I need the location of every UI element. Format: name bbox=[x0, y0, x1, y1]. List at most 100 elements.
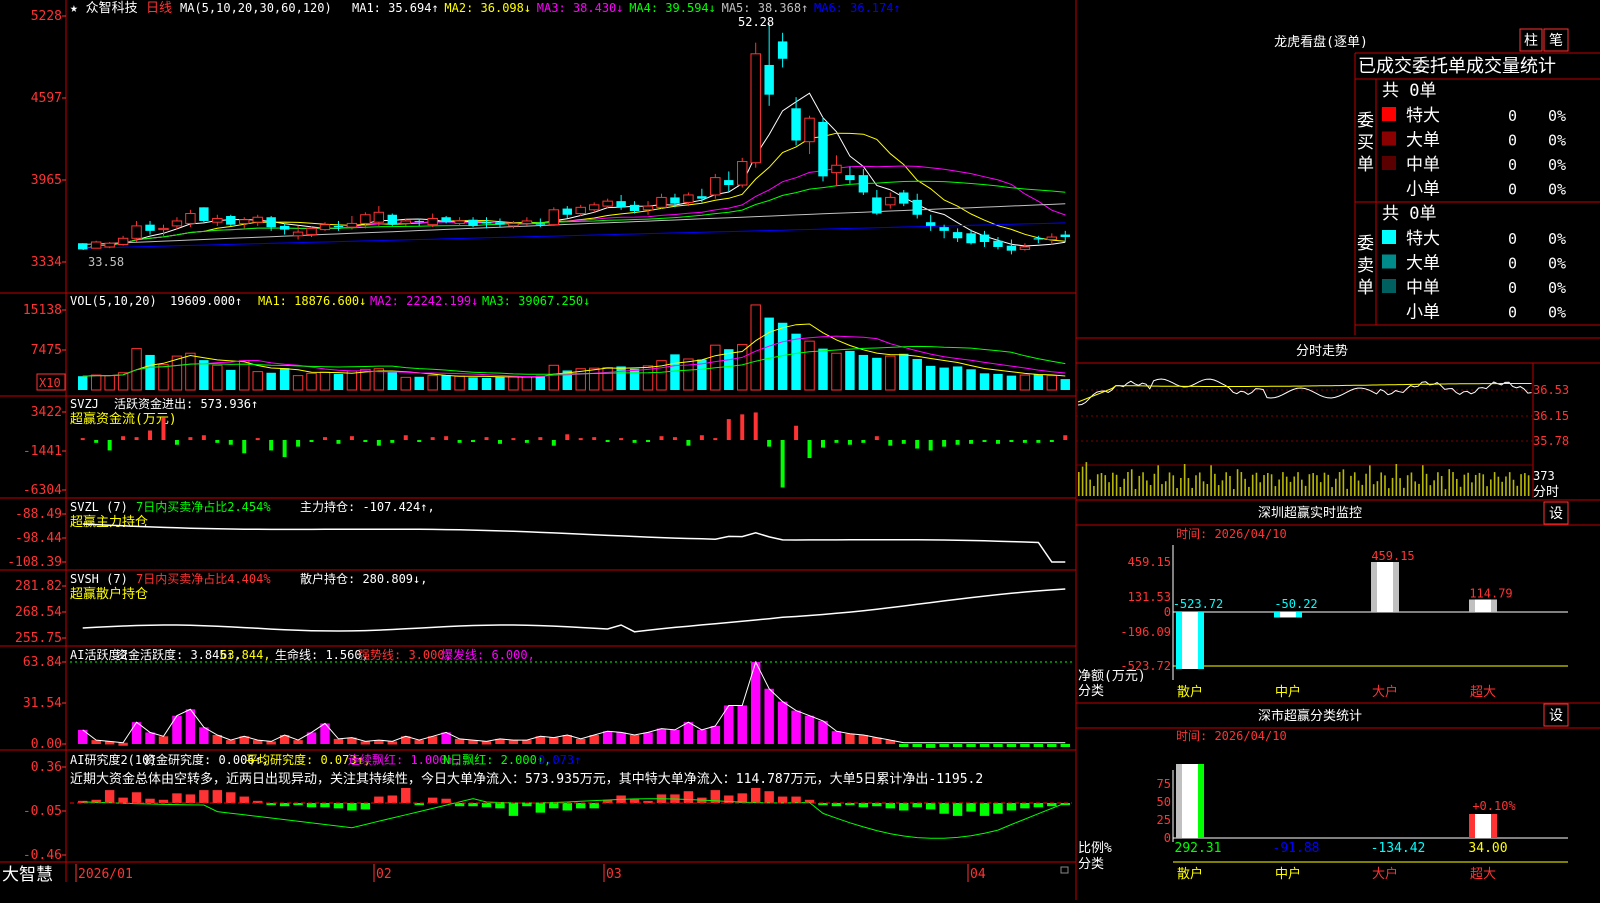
ai-active-bar bbox=[1060, 744, 1070, 747]
intraday-vol-bar bbox=[1168, 472, 1171, 496]
intraday-vol-bar bbox=[1312, 473, 1314, 496]
volume-bar bbox=[616, 366, 626, 390]
ai-active-bar bbox=[912, 744, 922, 747]
intraday-vol-bar bbox=[1474, 474, 1477, 496]
ai-research-bar bbox=[212, 790, 223, 803]
sz-classify-settings-label[interactable]: 设 bbox=[1549, 708, 1563, 724]
ai-research-bar bbox=[764, 791, 774, 803]
candle-body bbox=[117, 237, 129, 245]
volume-bar bbox=[400, 376, 411, 391]
brand-label: 大智慧 bbox=[2, 865, 53, 885]
ai-research-header-4: N日飘红: 2.000↑, bbox=[443, 752, 551, 767]
intraday-vol-bar bbox=[1278, 479, 1280, 496]
intraday-vol-bar bbox=[1440, 476, 1443, 496]
candle-body bbox=[899, 192, 909, 204]
sz-classify-category: 超大 bbox=[1470, 867, 1496, 882]
buy-color-swatch bbox=[1382, 131, 1396, 146]
ai-research-bar bbox=[966, 803, 976, 812]
ai-research-bar bbox=[952, 803, 963, 816]
volume-y-tick: 7475 bbox=[31, 343, 62, 358]
ai-research-y-tick: 0.36 bbox=[31, 760, 62, 775]
svzl-y-tick: -108.39 bbox=[7, 555, 62, 570]
sell-row-count: 0 bbox=[1508, 230, 1517, 248]
candle-body bbox=[858, 175, 869, 193]
intraday-vol-bar bbox=[1365, 473, 1367, 496]
intraday-vol-bar bbox=[1289, 481, 1292, 496]
candle-body bbox=[750, 53, 761, 164]
intraday-vol-bar bbox=[1176, 488, 1178, 496]
sz-classify-bar-edge bbox=[1469, 814, 1475, 838]
ma-params-label: MA(5,10,20,30,60,120) bbox=[180, 1, 332, 15]
intraday-vol-bar bbox=[1508, 472, 1511, 496]
candle-body bbox=[1033, 238, 1044, 240]
ai-research-bar bbox=[320, 803, 330, 808]
candle-body bbox=[495, 222, 505, 225]
bar-mode-label[interactable]: 柱 bbox=[1524, 33, 1538, 49]
svzj-bar bbox=[1009, 440, 1014, 442]
volume-bar bbox=[831, 352, 842, 391]
candle-body bbox=[925, 222, 936, 226]
price-y-tick: 4597 bbox=[31, 91, 62, 106]
intraday-vol-bar bbox=[1195, 475, 1197, 496]
svzj-bar bbox=[228, 440, 233, 445]
candle-body bbox=[952, 232, 963, 239]
svzj-bar bbox=[699, 435, 704, 440]
stroke-mode-label[interactable]: 笔 bbox=[1549, 33, 1563, 49]
intraday-vol-bar bbox=[1308, 474, 1311, 496]
ai-active-bar bbox=[831, 731, 842, 744]
intraday-vol-tick: 373 bbox=[1533, 469, 1555, 483]
intraday-vol-bar bbox=[1353, 472, 1356, 496]
price-high-annotation: 52.28 bbox=[738, 15, 774, 29]
intraday-vol-bar bbox=[1512, 479, 1515, 496]
svzj-bar bbox=[847, 440, 852, 445]
ai-active-bar bbox=[791, 710, 801, 744]
volume-bar bbox=[1019, 374, 1031, 391]
intraday-y-tick: 35.78 bbox=[1533, 434, 1569, 448]
svzj-bar bbox=[592, 437, 597, 440]
sz-monitor-bar-edge bbox=[1296, 612, 1302, 618]
intraday-vol-bar bbox=[1138, 475, 1141, 496]
period-label[interactable]: 日线 bbox=[146, 1, 172, 16]
svzj-bar bbox=[686, 440, 691, 446]
intraday-vol-bar bbox=[1414, 481, 1417, 496]
volume-bar bbox=[683, 358, 694, 391]
ai-active-bar bbox=[199, 727, 209, 744]
ai-active-bar bbox=[1033, 744, 1044, 747]
svzj-bar bbox=[780, 440, 785, 488]
candle-body bbox=[804, 117, 815, 143]
intraday-vol-bar bbox=[1248, 486, 1250, 496]
candle-body bbox=[441, 217, 451, 223]
ma-value-label: MA3: 38.430↓ bbox=[537, 1, 624, 15]
svzj-y-tick: -6304 bbox=[23, 483, 62, 498]
intraday-vol-bar bbox=[1161, 484, 1163, 496]
ai-research-bar bbox=[306, 803, 317, 808]
sz-monitor-title: 深圳超赢实时监控 bbox=[1258, 505, 1362, 521]
stock-name-label: ★ 众智科技 bbox=[70, 1, 138, 16]
sell-row-count: 0 bbox=[1508, 304, 1517, 322]
intraday-vol-bar bbox=[1221, 480, 1224, 496]
sz-monitor-bar-edge bbox=[1371, 562, 1377, 612]
ai-research-bar bbox=[347, 803, 357, 811]
sz-monitor-settings-label[interactable]: 设 bbox=[1549, 506, 1563, 522]
sell-total-label: 共 0单 bbox=[1382, 204, 1436, 224]
ai-active-bar bbox=[979, 744, 990, 747]
ai-active-bar bbox=[333, 738, 344, 744]
sell-row-label: 特大 bbox=[1406, 229, 1440, 249]
svzj-subtitle-label: 超赢资金流(万元) bbox=[70, 411, 177, 427]
ai-research-bar bbox=[535, 803, 546, 813]
svzl-y-tick: -88.49 bbox=[15, 507, 62, 522]
sz-classify-value-label: 292.31 bbox=[1175, 841, 1222, 856]
svzl-subtitle-label: 超赢主力持仓 bbox=[70, 514, 148, 530]
svzj-bar bbox=[672, 437, 677, 440]
svzj-bar bbox=[888, 440, 893, 446]
intraday-vol-bar bbox=[1456, 478, 1458, 496]
svsh-y-tick: 255.75 bbox=[15, 631, 62, 646]
svzj-bar bbox=[201, 435, 206, 440]
svzj-bar bbox=[1036, 440, 1041, 443]
sz-classify-y-tick: 75 bbox=[1157, 777, 1171, 791]
volume-bar bbox=[804, 340, 815, 391]
ai-research-bar bbox=[360, 803, 371, 810]
intraday-vol-bar bbox=[1236, 469, 1239, 496]
volume-bar bbox=[1006, 375, 1017, 390]
intraday-y-tick: 36.15 bbox=[1533, 409, 1569, 423]
